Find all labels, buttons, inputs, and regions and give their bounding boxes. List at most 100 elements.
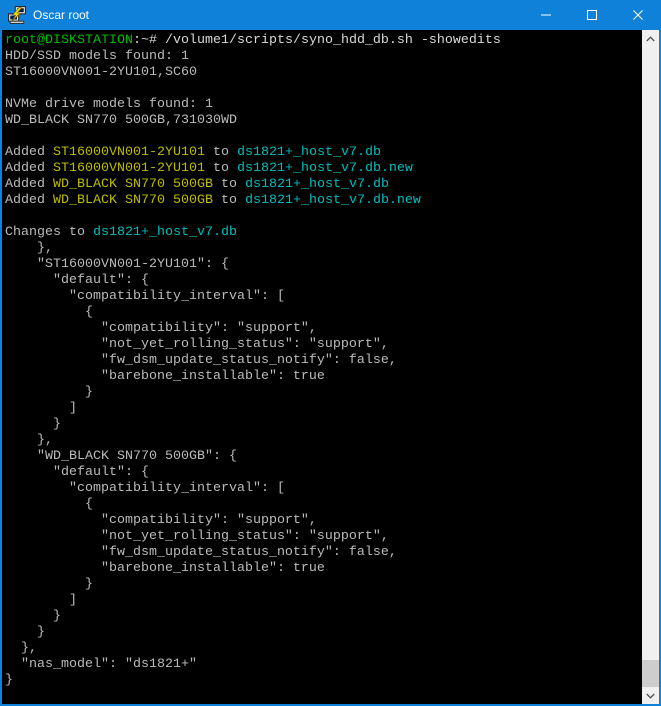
terminal-line: }, [5, 433, 642, 449]
terminal-text-segment: HDD/SSD models found: 1 [5, 49, 189, 64]
terminal-text-segment: { [5, 305, 93, 320]
terminal-line: "fw_dsm_update_status_notify": false, [5, 353, 642, 369]
chevron-down-icon [646, 693, 655, 699]
terminal-text-segment: } [5, 417, 61, 432]
window-title: Oscar root [33, 0, 89, 30]
terminal-line: "default": { [5, 465, 642, 481]
terminal-text-segment: "not_yet_rolling_status": "support", [5, 337, 389, 352]
terminal-text-segment: "barebone_installable": true [5, 369, 325, 384]
terminal-text-segment: Changes to [5, 225, 93, 240]
terminal-text-segment: root@DISKSTATION [5, 33, 133, 48]
minimize-button[interactable] [523, 0, 569, 30]
terminal-line: "ST16000VN001-2YU101": { [5, 257, 642, 273]
terminal-text-segment: WD_BLACK SN770 500GB [53, 177, 213, 192]
chevron-up-icon [646, 36, 655, 42]
terminal-text-segment: ST16000VN001-2YU101 [53, 161, 205, 176]
terminal-text-segment: ] [5, 401, 77, 416]
terminal-text-segment: "compatibility_interval": [ [5, 481, 285, 496]
terminal-line: WD_BLACK SN770 500GB,731030WD [5, 113, 642, 129]
terminal-text-segment: "compatibility": "support", [5, 513, 317, 528]
terminal-line: }, [5, 641, 642, 657]
terminal-text-segment: } [5, 609, 61, 624]
terminal-text-segment: to [205, 161, 237, 176]
terminal-text-segment: "fw_dsm_update_status_notify": false, [5, 545, 397, 560]
terminal-line: { [5, 305, 642, 321]
terminal-line: Added ST16000VN001-2YU101 to ds1821+_hos… [5, 161, 642, 177]
maximize-button[interactable] [569, 0, 615, 30]
terminal-text-segment: }, [5, 241, 53, 256]
window-controls [523, 0, 661, 30]
terminal-screen[interactable]: root@DISKSTATION:~# /volume1/scripts/syn… [2, 30, 642, 704]
terminal-text-segment: ds1821+_host_v7.db [93, 225, 237, 240]
terminal-line: Added WD_BLACK SN770 500GB to ds1821+_ho… [5, 177, 642, 193]
terminal-line: "nas_model": "ds1821+" [5, 657, 642, 673]
scroll-up-button[interactable] [642, 30, 659, 47]
terminal-line: "WD_BLACK SN770 500GB": { [5, 449, 642, 465]
terminal-text-segment: Added [5, 177, 53, 192]
terminal-text-segment: ds1821+_host_v7.db.new [237, 161, 413, 176]
terminal-text-segment: "fw_dsm_update_status_notify": false, [5, 353, 397, 368]
terminal-text-segment: "default": { [5, 465, 149, 480]
terminal-text-segment: ST16000VN001-2YU101,SC60 [5, 65, 197, 80]
maximize-icon [587, 10, 597, 20]
terminal-line: "barebone_installable": true [5, 369, 642, 385]
terminal-text-segment: "compatibility": "support", [5, 321, 317, 336]
terminal-text-segment: "not_yet_rolling_status": "support", [5, 529, 389, 544]
terminal-line: { [5, 497, 642, 513]
terminal-text-segment: } [5, 625, 45, 640]
putty-app-icon [8, 6, 26, 24]
terminal-line: ] [5, 401, 642, 417]
terminal-line: "compatibility_interval": [ [5, 481, 642, 497]
terminal-line: "compatibility": "support", [5, 513, 642, 529]
terminal-text-segment: } [5, 385, 93, 400]
terminal-line [5, 209, 642, 225]
terminal-text-segment: "default": { [5, 273, 149, 288]
minimize-icon [541, 10, 551, 20]
terminal-text-segment: ds1821+_host_v7.db [245, 177, 389, 192]
terminal-text-segment: to [213, 177, 245, 192]
terminal-text-segment: Added [5, 145, 53, 160]
terminal-text-segment: :~# [133, 33, 165, 48]
terminal-line: "compatibility": "support", [5, 321, 642, 337]
terminal-text-segment: } [5, 673, 13, 688]
terminal-line: } [5, 417, 642, 433]
terminal-line: } [5, 609, 642, 625]
terminal-text-segment: NVMe drive models found: 1 [5, 97, 213, 112]
terminal-line: "barebone_installable": true [5, 561, 642, 577]
terminal-text-segment: ds1821+_host_v7.db.new [245, 193, 421, 208]
terminal-line: "not_yet_rolling_status": "support", [5, 529, 642, 545]
terminal-line: Changes to ds1821+_host_v7.db [5, 225, 642, 241]
terminal-line: }, [5, 241, 642, 257]
putty-window: Oscar root root@DISKSTATION:~# /volume1 [0, 0, 661, 706]
window-client-area: root@DISKSTATION:~# /volume1/scripts/syn… [2, 30, 659, 704]
scrollbar-thumb[interactable] [642, 660, 659, 688]
terminal-text-segment: "WD_BLACK SN770 500GB": { [5, 449, 237, 464]
terminal-line: HDD/SSD models found: 1 [5, 49, 642, 65]
terminal-line: "default": { [5, 273, 642, 289]
terminal-line [5, 81, 642, 97]
terminal-text-segment: WD_BLACK SN770 500GB,731030WD [5, 113, 237, 128]
terminal-text-segment: "barebone_installable": true [5, 561, 325, 576]
terminal-line: "not_yet_rolling_status": "support", [5, 337, 642, 353]
terminal-text-segment: }, [5, 433, 53, 448]
scrollbar[interactable] [642, 30, 659, 704]
terminal-line: Added ST16000VN001-2YU101 to ds1821+_hos… [5, 145, 642, 161]
terminal-text-segment: /volume1/scripts/syno_hdd_db.sh -showedi… [165, 33, 501, 48]
terminal-line: } [5, 577, 642, 593]
terminal-text-segment: "compatibility_interval": [ [5, 289, 285, 304]
terminal-line: "fw_dsm_update_status_notify": false, [5, 545, 642, 561]
close-button[interactable] [615, 0, 661, 30]
terminal-text-segment: "ST16000VN001-2YU101": { [5, 257, 229, 272]
terminal-line: Added WD_BLACK SN770 500GB to ds1821+_ho… [5, 193, 642, 209]
terminal-text-segment: Added [5, 193, 53, 208]
terminal-text-segment: to [205, 145, 237, 160]
close-icon [633, 10, 643, 20]
terminal-text-segment: }, [5, 641, 37, 656]
terminal-line: ] [5, 593, 642, 609]
terminal-text-segment: to [213, 193, 245, 208]
terminal-text-segment: "nas_model": "ds1821+" [5, 657, 197, 672]
titlebar[interactable]: Oscar root [0, 0, 661, 30]
terminal-text-segment: ] [5, 593, 77, 608]
terminal-text-segment: ds1821+_host_v7.db [237, 145, 381, 160]
scroll-down-button[interactable] [642, 687, 659, 704]
